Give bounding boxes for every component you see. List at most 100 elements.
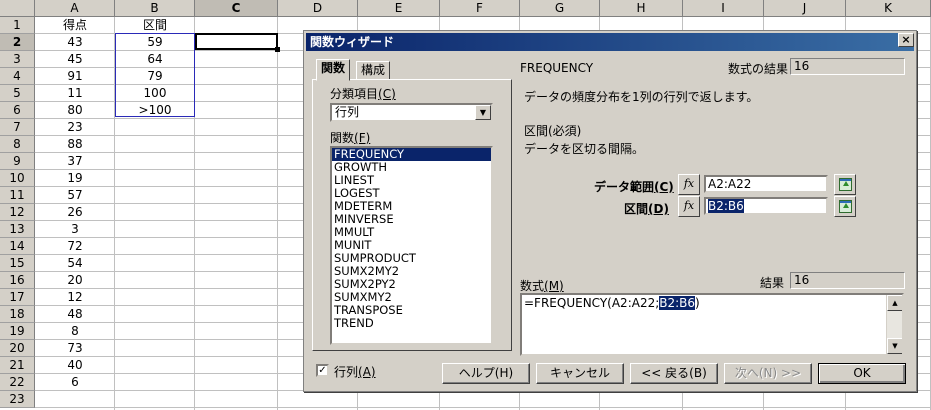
row-header-14[interactable]: 14 [0, 238, 35, 255]
cell-a17[interactable]: 12 [35, 289, 115, 306]
arg1-shrink-button[interactable] [834, 174, 856, 195]
cell-a3[interactable]: 45 [35, 51, 115, 68]
column-header-f[interactable]: F [440, 0, 520, 17]
fill-handle[interactable] [275, 47, 280, 52]
row-header-23[interactable]: 23 [0, 391, 35, 408]
cell-a19[interactable]: 8 [35, 323, 115, 340]
select-all-corner[interactable] [0, 0, 35, 17]
row-header-3[interactable]: 3 [0, 51, 35, 68]
row-header-21[interactable]: 21 [0, 357, 35, 374]
row-header-9[interactable]: 9 [0, 153, 35, 170]
column-header-g[interactable]: G [520, 0, 600, 17]
arg2-fx-button[interactable]: fx [678, 196, 700, 217]
row-header-5[interactable]: 5 [0, 85, 35, 102]
column-header-c[interactable]: C [195, 0, 278, 17]
back-button[interactable]: << 戻る(B) [630, 363, 718, 384]
row-header-7[interactable]: 7 [0, 119, 35, 136]
cell-a4[interactable]: 91 [35, 68, 115, 85]
dialog-titlebar[interactable]: 関数ウィザード [306, 33, 914, 51]
tab-structure-label: 構成 [361, 63, 386, 77]
row-header-1[interactable]: 1 [0, 17, 35, 34]
cell-a9[interactable]: 37 [35, 153, 115, 170]
row-header-11[interactable]: 11 [0, 187, 35, 204]
grid-line-col [277, 17, 278, 410]
cell-a7[interactable]: 23 [35, 119, 115, 136]
arg2-label: 区間(D) [624, 202, 669, 216]
tab-functions[interactable]: 関数 [316, 59, 351, 81]
scroll-up-icon[interactable]: ▲ [887, 295, 902, 311]
cancel-button[interactable]: キャンセル [536, 363, 624, 384]
row-header-4[interactable]: 4 [0, 68, 35, 85]
cell-a1[interactable]: 得点 [35, 17, 115, 34]
cell-a14[interactable]: 72 [35, 238, 115, 255]
cell-b1[interactable]: 区間 [115, 17, 195, 34]
row-header-12[interactable]: 12 [0, 204, 35, 221]
column-header-e[interactable]: E [358, 0, 440, 17]
cell-a5[interactable]: 11 [35, 85, 115, 102]
tab-structure[interactable]: 構成 [356, 61, 391, 80]
row-header-15[interactable]: 15 [0, 255, 35, 272]
parameter-name: 区間(必須) [524, 124, 582, 138]
row-header-17[interactable]: 17 [0, 289, 35, 306]
row-header-18[interactable]: 18 [0, 306, 35, 323]
formula-label: 数式(M) [520, 279, 564, 293]
scroll-down-icon[interactable]: ▼ [887, 338, 902, 354]
cell-a18[interactable]: 48 [35, 306, 115, 323]
arg1-input[interactable]: A2:A22 [704, 175, 828, 193]
result-label: 結果 [760, 276, 785, 290]
row-header-20[interactable]: 20 [0, 340, 35, 357]
cell-a2[interactable]: 43 [35, 34, 115, 51]
column-header-a[interactable]: A [35, 0, 115, 17]
array-checkbox[interactable]: ✓ [316, 364, 329, 377]
formula-suffix: ) [695, 296, 700, 310]
column-header-h[interactable]: H [600, 0, 683, 17]
row-header-13[interactable]: 13 [0, 221, 35, 238]
row-header-19[interactable]: 19 [0, 323, 35, 340]
formula-result-label: 数式の結果 [728, 62, 789, 76]
row-header-6[interactable]: 6 [0, 102, 35, 119]
help-button[interactable]: ヘルプ(H) [442, 363, 530, 384]
column-header-k[interactable]: K [846, 0, 931, 17]
column-header-b[interactable]: B [115, 0, 195, 17]
close-icon: × [901, 33, 911, 46]
check-icon: ✓ [318, 365, 327, 376]
arg1-fx-button[interactable]: fx [678, 174, 700, 195]
row-header-10[interactable]: 10 [0, 170, 35, 187]
row-header-16[interactable]: 16 [0, 272, 35, 289]
formula-scrollbar[interactable]: ▲ ▼ [886, 295, 902, 354]
formula-highlight: B2:B6 [659, 296, 696, 310]
function-description: データの頻度分布を1列の行列で返します。 [524, 90, 759, 104]
chevron-down-icon[interactable]: ▼ [475, 105, 491, 120]
active-cell-c2[interactable] [195, 33, 278, 50]
cell-a21[interactable]: 40 [35, 357, 115, 374]
ok-button[interactable]: OK [818, 363, 906, 384]
shrink-icon [839, 200, 852, 213]
cell-a6[interactable]: 80 [35, 102, 115, 119]
next-button[interactable]: 次へ(N) >> [724, 363, 812, 384]
cell-a15[interactable]: 54 [35, 255, 115, 272]
category-label: 分類項目(C) [330, 87, 396, 101]
function-list[interactable]: FREQUENCY GROWTH LINEST LOGEST MDETERM MINVER… [330, 146, 493, 345]
cell-a22[interactable]: 6 [35, 374, 115, 391]
row-header-22[interactable]: 22 [0, 374, 35, 391]
arg2-input[interactable]: B2:B6 [704, 197, 828, 215]
array-checkbox-label: 行列(A) [334, 365, 376, 379]
row-header-2[interactable]: 2 [0, 34, 35, 51]
column-header-i[interactable]: I [683, 0, 764, 17]
column-header-d[interactable]: D [278, 0, 358, 17]
cell-a10[interactable]: 19 [35, 170, 115, 187]
cell-a20[interactable]: 73 [35, 340, 115, 357]
arg2-shrink-button[interactable] [834, 196, 856, 217]
cell-a13[interactable]: 3 [35, 221, 115, 238]
column-header-j[interactable]: J [764, 0, 846, 17]
arg1-label: データ範囲(C) [594, 180, 674, 194]
cell-a8[interactable]: 88 [35, 136, 115, 153]
cell-a16[interactable]: 20 [35, 272, 115, 289]
cell-a12[interactable]: 26 [35, 204, 115, 221]
close-button[interactable]: × [898, 33, 914, 47]
row-header-8[interactable]: 8 [0, 136, 35, 153]
category-select[interactable]: 行列 ▼ [330, 103, 493, 122]
function-item-trend[interactable]: TREND [332, 317, 491, 330]
cell-a11[interactable]: 57 [35, 187, 115, 204]
formula-editor[interactable]: =FREQUENCY(A2:A22;B2:B6) ▲ ▼ [520, 293, 904, 356]
